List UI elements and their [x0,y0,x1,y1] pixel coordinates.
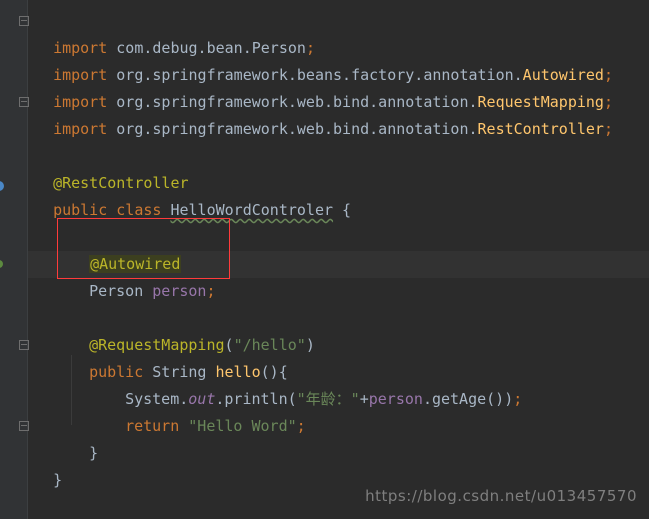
code-line-13[interactable]: public String hello(){ [71,332,288,381]
import-path: org.springframework.web.bind.annotation. [107,120,478,138]
class-name: HelloWordControler [170,201,334,219]
field-reference: person [368,390,423,408]
editor-gutter [0,0,29,519]
fold-icon[interactable] [19,340,29,350]
code-line-15[interactable]: return "Hello Word"; [107,386,306,435]
field-type: Person [89,282,153,300]
paren-close: ) [305,336,315,354]
code-line-16[interactable]: } [71,413,98,462]
code-line-3[interactable]: import org.springframework.web.bind.anno… [35,62,613,111]
keyword-public-class: public class [53,201,162,219]
plus-operator: + [359,390,369,408]
fold-icon[interactable] [19,421,29,431]
bean-gutter-icon[interactable] [0,181,4,191]
code-line-7[interactable]: public class HelloWordControler { [35,170,351,219]
code-line-2[interactable]: import org.springframework.beans.factory… [35,35,613,84]
red-highlight-box [57,218,230,279]
code-line-14[interactable]: System.out.println("年龄："+person.getAge()… [107,359,522,408]
fold-icon[interactable] [19,16,29,26]
code-line-6[interactable]: @RestController [35,143,188,192]
watermark-text: https://blog.csdn.net/u013457570 [365,487,637,505]
code-line-17[interactable]: } [35,440,62,489]
autowired-gutter-icon[interactable] [0,260,3,268]
keyword-import: import [53,120,108,138]
semicolon: ; [296,417,306,435]
keyword-return: return [125,417,189,435]
code-line-1[interactable]: import com.debug.bean.Person; [35,8,315,57]
semicolon: ; [513,390,523,408]
semicolon: ; [603,120,613,138]
close-brace: } [89,444,99,462]
code-line-4[interactable]: import org.springframework.web.bind.anno… [35,89,613,138]
string-literal: "年龄：" [296,390,360,408]
fold-icon[interactable] [19,97,29,107]
import-class: RestController [477,120,604,138]
getage-call: .getAge()) [422,390,514,408]
open-brace: { [333,201,352,219]
code-line-12[interactable]: @RequestMapping("/hello") [71,305,315,354]
semicolon: ; [206,282,216,300]
field-name: person [152,282,207,300]
close-brace: } [53,471,63,489]
string-literal: "Hello Word" [188,417,297,435]
